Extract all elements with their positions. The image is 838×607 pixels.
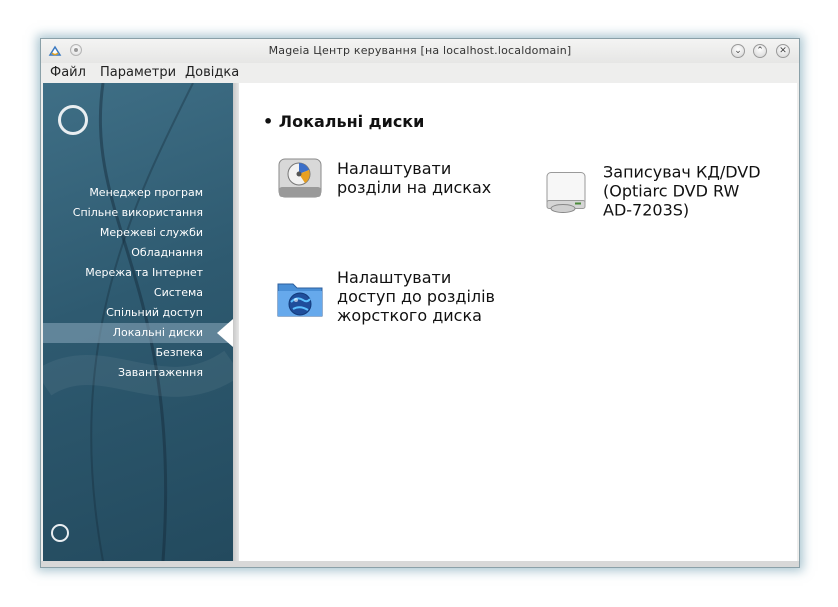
sidebar-item-network-internet[interactable]: Мережа та Інтернет [43, 263, 233, 283]
sidebar-item-boot[interactable]: Завантаження [43, 363, 233, 383]
tool-partition-disks-label: Налаштувати розділи на дисках [337, 159, 492, 197]
section-title: • Локальні диски [263, 112, 425, 131]
status-bar [41, 561, 799, 567]
tools-pane: • Локальні диски Налаштувати розділи на … [239, 83, 797, 561]
menu-bar: Файл Параметри Довідка [41, 63, 799, 83]
sidebar-item-hardware[interactable]: Обладнання [43, 243, 233, 263]
sidebar-item-system[interactable]: Система [43, 283, 233, 303]
sidebar-item-shared-access[interactable]: Спільний доступ [43, 303, 233, 323]
mageia-small-ring-icon [51, 524, 69, 542]
network-folder-icon [277, 283, 323, 316]
close-button[interactable]: ✕ [776, 44, 790, 58]
menu-help[interactable]: Довідка [185, 65, 239, 80]
optical-drive-icon [546, 171, 586, 213]
maximize-button[interactable]: ⌃ [753, 44, 767, 58]
tool-disk-access[interactable]: Налаштувати доступ до розділів жорсткого… [275, 268, 495, 325]
title-bar[interactable]: Mageia Центр керування [на localhost.loc… [41, 39, 799, 63]
menu-settings[interactable]: Параметри [100, 65, 176, 80]
control-center-window: Mageia Центр керування [на localhost.loc… [40, 38, 800, 568]
tool-cd-dvd-burner[interactable]: Записувач КД/DVD (Optiarc DVD RW AD-7203… [541, 163, 761, 220]
category-sidebar: Менеджер програм Спільне використання Ме… [43, 83, 233, 561]
hard-disk-partition-icon [278, 158, 322, 198]
sidebar-item-label: Локальні диски [112, 326, 203, 339]
menu-file[interactable]: Файл [50, 65, 86, 80]
sidebar-item-network-services[interactable]: Мережеві служби [43, 223, 233, 243]
tool-cd-dvd-burner-label: Записувач КД/DVD (Optiarc DVD RW AD-7203… [603, 162, 761, 220]
tool-partition-disks[interactable]: Налаштувати розділи на дисках [275, 153, 491, 203]
sidebar-item-software-manager[interactable]: Менеджер програм [43, 183, 233, 203]
tool-disk-access-label: Налаштувати доступ до розділів жорсткого… [337, 268, 495, 325]
window-title: Mageia Центр керування [на localhost.loc… [268, 44, 572, 57]
category-list: Менеджер програм Спільне використання Ме… [43, 183, 233, 383]
minimize-button[interactable]: ⌄ [731, 44, 745, 58]
sidebar-item-sharing[interactable]: Спільне використання [43, 203, 233, 223]
sidebar-item-security[interactable]: Безпека [43, 343, 233, 363]
sidebar-item-local-disks[interactable]: Локальні диски [43, 319, 233, 347]
mageia-ring-icon [58, 105, 88, 135]
